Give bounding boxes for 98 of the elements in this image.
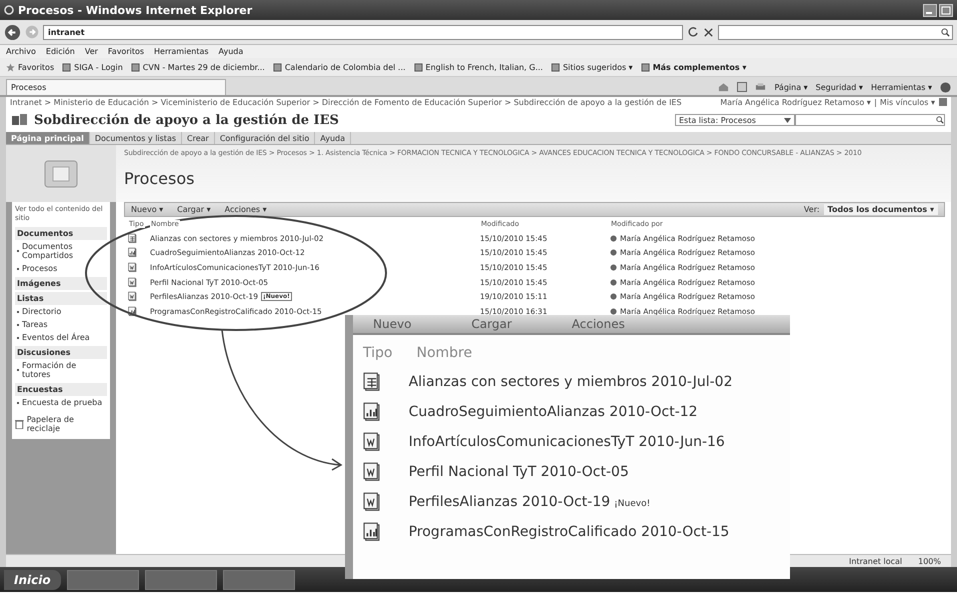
page-icon (272, 62, 282, 72)
minimize-icon[interactable] (923, 4, 937, 16)
user-menu[interactable]: María Angélica Rodríguez Retamoso ▾ (720, 98, 871, 107)
window-title: Procesos - Windows Internet Explorer (18, 4, 252, 16)
menu-item[interactable]: Favoritos (108, 47, 144, 56)
search-icon[interactable] (941, 28, 950, 36)
toolbar-menu[interactable]: Cargar (471, 317, 512, 331)
breadcrumb: Intranet > Ministerio de Educación > Viceministerio de Educación Superior > Dirección de Fomento de Educación Superior > Subdirección de apoyo a la gestión de IES (10, 98, 682, 107)
document-icon (128, 291, 137, 302)
toolbar-menu[interactable]: Acciones (572, 317, 625, 331)
nav-tab[interactable]: Ayuda (315, 132, 352, 144)
favorite-link[interactable]: SIGA - Login (74, 62, 123, 72)
zoom-level[interactable]: 100% (918, 556, 941, 566)
document-icon (363, 431, 381, 453)
document-link[interactable]: Perfil Nacional TyT 2010-Oct-05 (408, 464, 629, 480)
sidebar-heading[interactable]: Listas (15, 292, 107, 305)
sidebar-link[interactable]: Eventos del Área (22, 333, 90, 342)
toolbar-menu[interactable]: Cargar ▾ (177, 205, 211, 214)
site-search-field[interactable] (795, 114, 945, 126)
menu-item[interactable]: Archivo (6, 47, 36, 56)
nav-tab[interactable]: Documentos y listas (90, 132, 182, 144)
recycle-bin-link[interactable]: Papelera de reciclaje (26, 415, 107, 433)
page-icon (62, 62, 72, 72)
browser-tab[interactable]: Procesos (6, 79, 226, 95)
sidebar-link[interactable]: Tareas (22, 320, 48, 329)
document-link[interactable]: CuadroSeguimientoAlianzas 2010-Oct-12 (408, 404, 698, 420)
document-link[interactable]: InfoArtículosComunicacionesTyT 2010-Jun-16 (408, 434, 725, 450)
document-icon (128, 276, 137, 288)
chart-document-icon (128, 247, 137, 258)
browser-icon (4, 5, 14, 15)
toolbar-menu[interactable]: Nuevo (373, 317, 412, 331)
new-label: ¡Nuevo! (614, 499, 650, 509)
favorite-link[interactable]: Calendario de Colombia del ... (284, 62, 406, 72)
page-icon (130, 62, 140, 72)
menu-item[interactable]: Ayuda (218, 47, 244, 56)
page-icon (550, 62, 560, 72)
chart-document-icon (363, 401, 381, 423)
document-icon (128, 262, 137, 273)
document-link[interactable]: Alianzas con sectores y miembros 2010-Jul-02 (408, 374, 733, 390)
site-title[interactable]: Sobdirección de apoyo a la gestión de IES (34, 112, 339, 128)
site-logo-icon (12, 114, 28, 126)
favorite-link[interactable]: Sitios sugeridos ▾ (562, 62, 633, 72)
chart-document-icon (128, 306, 137, 317)
menu-item[interactable]: Herramientas (154, 47, 209, 56)
sidebar-link[interactable]: Procesos (22, 264, 58, 273)
dropdown-arrow-icon (784, 118, 791, 122)
favorite-link[interactable]: Más complementos ▾ (652, 62, 746, 72)
nav-tab[interactable]: Configuración del sitio (214, 132, 316, 144)
home-icon[interactable] (718, 82, 730, 92)
taskbar-button[interactable] (222, 570, 295, 590)
start-button[interactable]: Inicio (4, 570, 61, 590)
page-icon (414, 62, 423, 72)
my-links-menu[interactable]: Mis vínculos ▾ (880, 98, 935, 107)
recycle-bin-icon (15, 419, 24, 429)
taskbar-button[interactable] (144, 570, 217, 590)
star-icon (6, 62, 15, 72)
document-icon (363, 491, 381, 513)
document-link[interactable]: ProgramasConRegistroCalificado 2010-Oct-15 (408, 524, 730, 540)
maximize-icon[interactable] (939, 4, 953, 16)
nav-tab[interactable]: Página principal (6, 132, 90, 144)
search-field[interactable] (718, 24, 953, 40)
sidebar-link[interactable]: Formación de tutores (22, 361, 105, 379)
page-icon (640, 62, 650, 72)
document-icon (363, 461, 381, 483)
taskbar-button[interactable] (66, 570, 139, 590)
favorite-link[interactable]: Favoritos (18, 62, 54, 72)
spreadsheet-icon (363, 371, 381, 393)
printer-icon[interactable] (755, 82, 766, 92)
view-dropdown[interactable]: Todos los documentos ▾ (824, 204, 938, 215)
status-zone: Intranet local (849, 556, 902, 566)
search-scope-dropdown[interactable]: Esta lista: Procesos (675, 114, 795, 126)
command-menu[interactable]: Herramientas ▾ (870, 82, 932, 92)
command-menu[interactable]: Seguridad ▾ (816, 82, 863, 92)
refresh-icon[interactable] (687, 26, 699, 38)
favorite-link[interactable]: English to French, Italian, G... (426, 62, 543, 72)
back-icon[interactable] (4, 24, 21, 40)
menu-item[interactable]: Ver (84, 47, 98, 56)
command-menu[interactable]: Página ▾ (774, 82, 808, 92)
spreadsheet-icon (128, 232, 137, 244)
favorite-link[interactable]: CVN - Martes 29 de diciembr... (142, 62, 265, 72)
toolbar-menu[interactable]: Nuevo ▾ (131, 205, 164, 214)
sidebar-heading[interactable]: Encuestas (15, 383, 107, 396)
chart-document-icon (363, 521, 381, 543)
sidebar-link[interactable]: Documentos Compartidos (22, 242, 105, 260)
sidebar-heading[interactable]: Documentos (15, 227, 107, 240)
sidebar-link[interactable]: Directorio (22, 307, 62, 316)
stop-icon[interactable] (703, 26, 714, 38)
sidebar-heading[interactable]: Imágenes (15, 277, 107, 290)
address-field[interactable]: intranet (43, 24, 683, 40)
toolbar-menu[interactable]: Acciones ▾ (224, 205, 267, 214)
sidebar-heading[interactable]: Discusiones (15, 346, 107, 359)
document-link[interactable]: PerfilesAlianzas 2010-Oct-19 (408, 494, 610, 510)
sidebar-link[interactable]: Encuesta de prueba (22, 398, 102, 407)
search-icon[interactable] (936, 116, 944, 124)
nav-tab[interactable]: Crear (182, 132, 215, 144)
page-title: Procesos (124, 169, 196, 188)
view-label: Ver: (804, 205, 820, 214)
menu-item[interactable]: Edición (46, 47, 75, 56)
